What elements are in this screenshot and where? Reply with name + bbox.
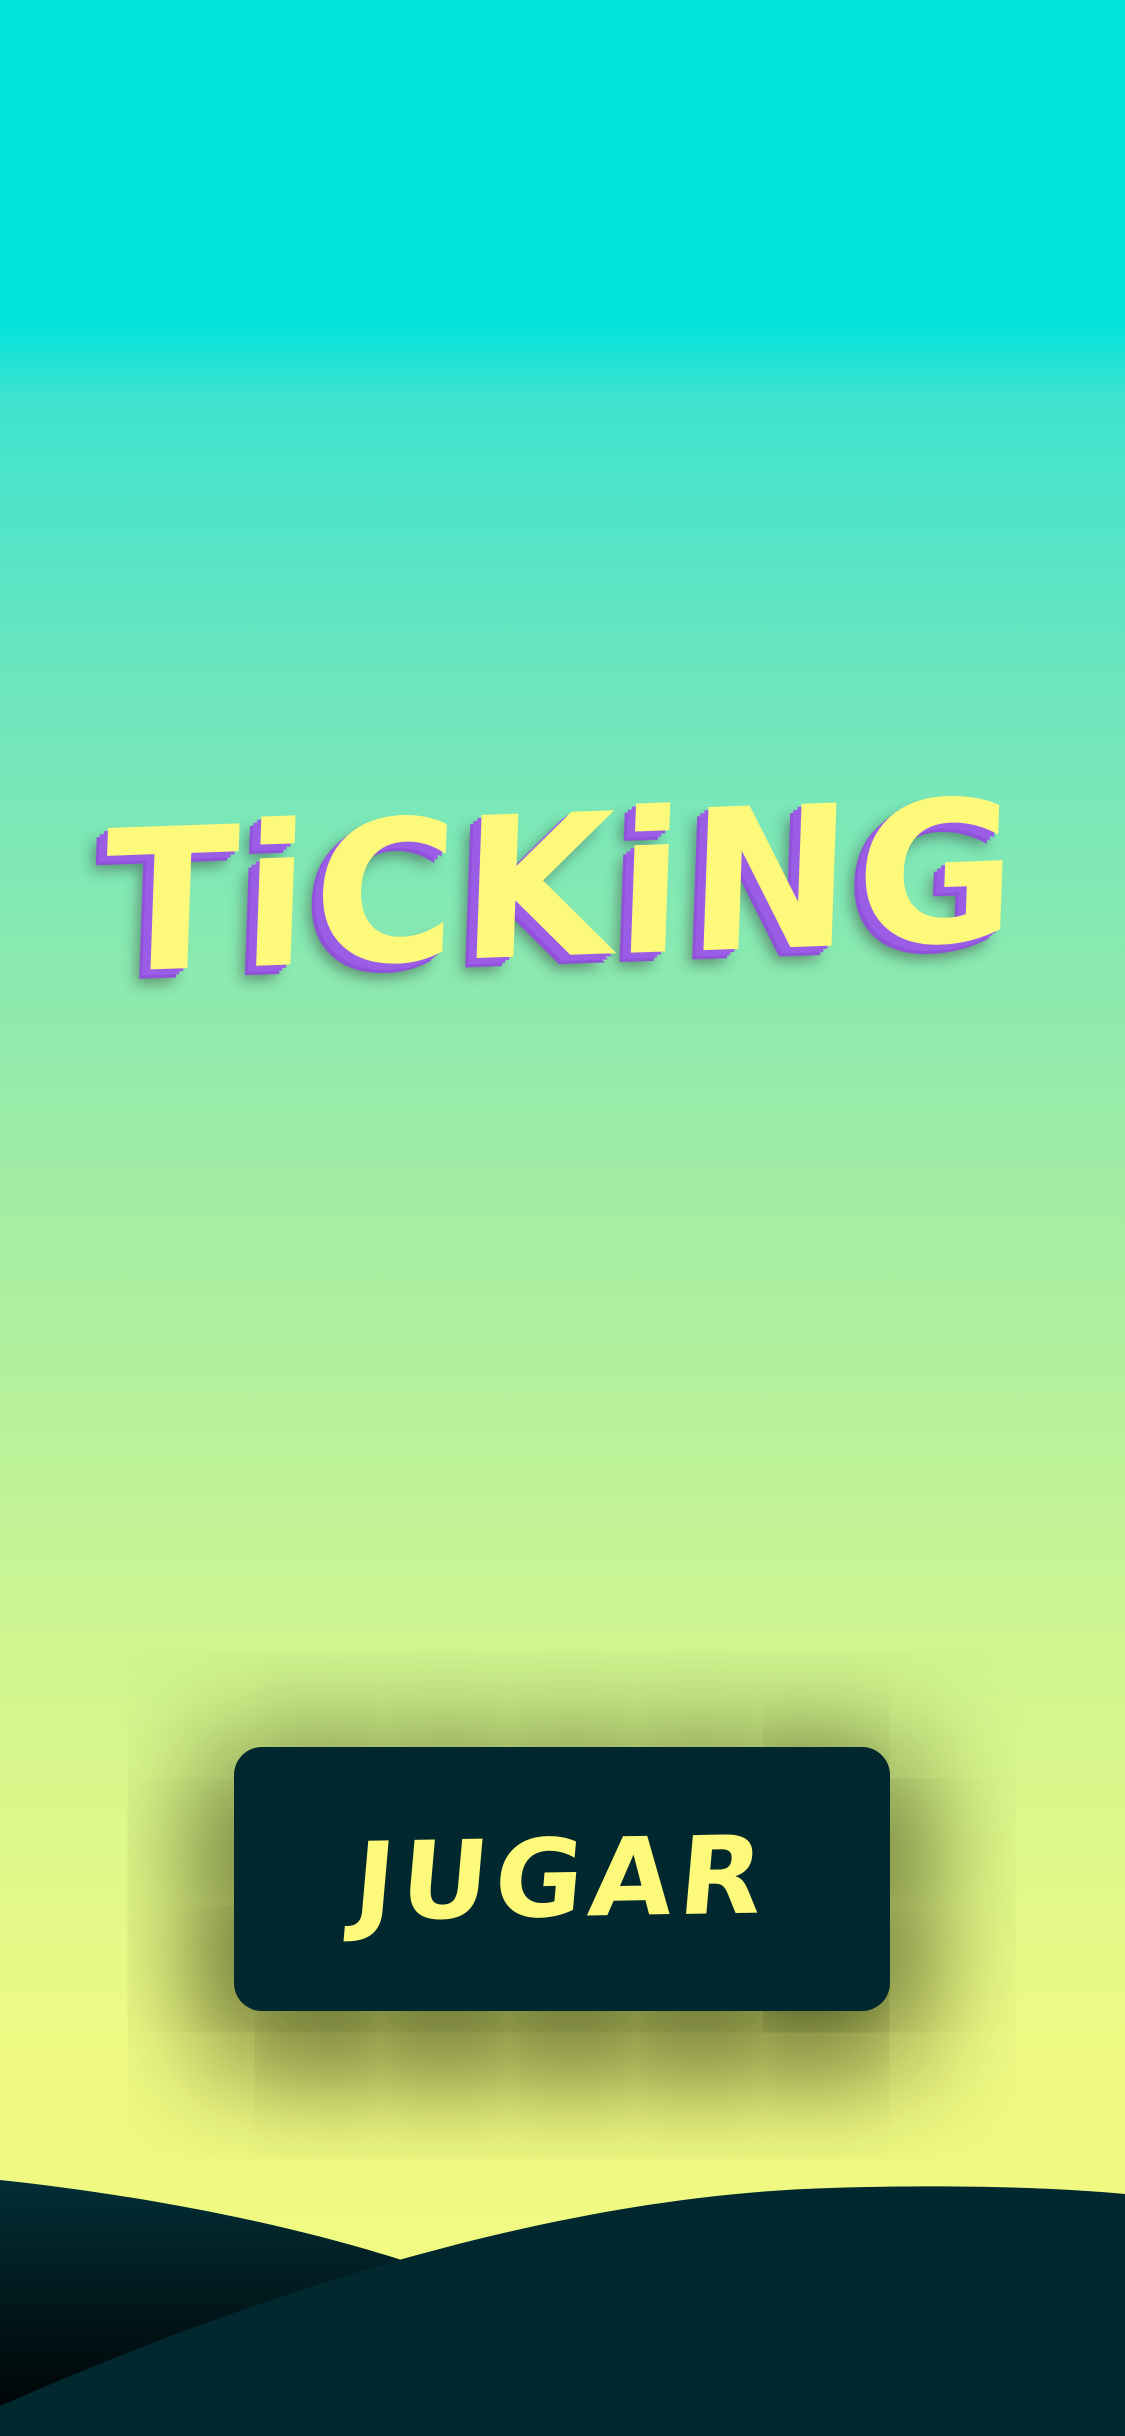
play-button[interactable]: JUGAR <box>234 1747 890 2011</box>
game-title: TiCKiNG <box>100 757 1025 1019</box>
game-screen: TiCKiNG JUGAR <box>0 0 1125 2436</box>
play-button-label: JUGAR <box>349 1812 775 1946</box>
hills-decoration <box>0 2180 1125 2436</box>
